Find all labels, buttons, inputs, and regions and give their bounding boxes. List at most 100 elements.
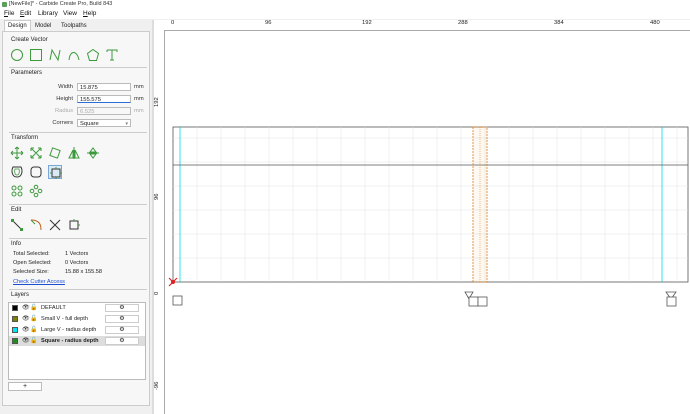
lock-icon[interactable]: 🔓: [30, 304, 37, 311]
layer-color-swatch[interactable]: [12, 338, 18, 344]
selected-size: Selected Size: 15.88 x 155.58: [13, 269, 102, 275]
trim-icon[interactable]: [48, 218, 62, 232]
ruler-tick-label: 0: [171, 20, 175, 26]
layer-settings-button[interactable]: ⚙: [105, 337, 139, 345]
check-cutter-access-link[interactable]: Check Cutter Access: [13, 279, 65, 285]
menu-edit[interactable]: Edit: [20, 9, 31, 19]
offset-icon[interactable]: [10, 165, 24, 179]
title-bar: [NewFile]* - Carbide Create Pro, Build 8…: [0, 0, 690, 9]
main-tabs: Design Model Toolpaths: [0, 20, 150, 31]
info-heading: Info: [11, 241, 22, 247]
square-tool-marker-icon: [477, 296, 488, 307]
square-tool-marker-icon: [468, 296, 479, 307]
tab-design[interactable]: Design: [4, 20, 31, 31]
ruler-tick-label: 96: [265, 20, 272, 26]
polygon-tool-icon[interactable]: [86, 48, 100, 62]
layer-name: Small V - full depth: [41, 316, 88, 322]
layers-heading: Layers: [11, 292, 30, 298]
radius-label: Radius: [54, 108, 73, 114]
curve-tool-icon[interactable]: [67, 48, 81, 62]
node-edit-icon[interactable]: [10, 218, 24, 232]
align-icon[interactable]: [48, 165, 62, 179]
divider: [9, 289, 147, 290]
height-unit: mm: [134, 96, 144, 102]
circle-tool-icon[interactable]: [10, 48, 24, 62]
join-icon[interactable]: [67, 218, 81, 232]
height-label: Height: [56, 96, 73, 102]
menu-bar: File Edit Library View Help: [0, 9, 690, 19]
radius-field[interactable]: 6.525: [77, 107, 131, 115]
menu-library[interactable]: Library: [38, 9, 58, 19]
app-icon: [2, 2, 7, 7]
design-canvas[interactable]: 0 96 192 288 384 480 192 96 0 -96: [154, 20, 690, 414]
eye-icon[interactable]: 👁: [22, 304, 30, 311]
tab-toolpaths[interactable]: Toolpaths: [58, 21, 90, 31]
gear-icon: ⚙: [119, 316, 125, 322]
ruler-tick-label: 192: [154, 97, 160, 107]
corners-value: Square: [80, 121, 99, 127]
lock-icon[interactable]: 🔓: [30, 337, 37, 344]
layers-list: 👁 🔓 DEFAULT ⚙ 👁 🔓 Small V - full depth ⚙…: [8, 302, 146, 380]
height-field[interactable]: 155.575: [77, 95, 131, 103]
layer-settings-button[interactable]: ⚙: [105, 315, 139, 323]
gear-icon: ⚙: [119, 305, 125, 311]
corners-select[interactable]: Square ▾: [77, 119, 131, 127]
menu-help[interactable]: Help: [83, 9, 96, 19]
array-grid-icon[interactable]: [10, 184, 24, 198]
selected-square-vector[interactable]: [472, 126, 488, 283]
layer-settings-button[interactable]: ⚙: [105, 304, 139, 312]
layer-row-selected[interactable]: 👁 🔓 Square - radius depth ⚙: [9, 336, 145, 346]
mirror-icon[interactable]: [67, 146, 81, 160]
menu-file[interactable]: File: [4, 9, 15, 19]
ruler-tick-label: 96: [154, 193, 160, 200]
tab-model[interactable]: Model: [32, 21, 54, 31]
layer-name: Square - radius depth: [41, 338, 99, 344]
origin-point: [171, 280, 175, 284]
flip-icon[interactable]: [86, 146, 100, 160]
total-selected-label: Total Selected:: [13, 251, 50, 257]
array-circular-icon[interactable]: [29, 184, 43, 198]
width-unit: mm: [134, 84, 144, 90]
lock-icon[interactable]: 🔓: [30, 326, 37, 333]
layer-color-swatch[interactable]: [12, 316, 18, 322]
stock-area: [172, 126, 689, 283]
transform-heading: Transform: [11, 135, 39, 141]
ruler-tick-label: 0: [154, 291, 160, 295]
selected-size-value: 15.88 x 155.58: [65, 269, 103, 275]
layer-row[interactable]: 👁 🔓 DEFAULT ⚙: [9, 303, 145, 313]
window-title: [NewFile]* - Carbide Create Pro, Build 8…: [9, 1, 113, 7]
square-tool-marker-icon: [172, 295, 183, 306]
layer-color-swatch[interactable]: [12, 327, 18, 333]
fillet-icon[interactable]: [29, 165, 43, 179]
open-selected-label: Open Selected:: [13, 260, 52, 266]
layer-row[interactable]: 👁 🔓 Small V - full depth ⚙: [9, 314, 145, 324]
layer-row[interactable]: 👁 🔓 Large V - radius depth ⚙: [9, 325, 145, 335]
text-tool-icon[interactable]: [105, 48, 119, 62]
lock-icon[interactable]: 🔓: [30, 315, 37, 322]
eye-icon[interactable]: 👁: [22, 326, 30, 333]
ruler-top: 0 96 192 288 384 480: [154, 20, 690, 31]
ruler-tick-label: 192: [362, 20, 372, 26]
menu-view[interactable]: View: [63, 9, 77, 19]
square-tool-marker-icon: [666, 296, 677, 307]
curve-edit-icon[interactable]: [29, 218, 43, 232]
layer-settings-button[interactable]: ⚙: [105, 326, 139, 334]
selected-size-label: Selected Size:: [13, 269, 49, 275]
eye-icon[interactable]: 👁: [22, 315, 30, 322]
canvas-drawing[interactable]: [165, 31, 690, 414]
eye-icon[interactable]: 👁: [22, 337, 30, 344]
parameters-heading: Parameters: [11, 70, 43, 76]
add-layer-button[interactable]: +: [8, 382, 42, 391]
create-vector-heading: Create Vector: [11, 37, 48, 43]
rectangle-tool-icon[interactable]: [29, 48, 43, 62]
ruler-tick-label: 384: [554, 20, 564, 26]
rotate-icon[interactable]: [48, 146, 62, 160]
layer-color-swatch[interactable]: [12, 305, 18, 311]
move-icon[interactable]: [10, 146, 24, 160]
layer-name: Large V - radius depth: [41, 327, 97, 333]
divider: [9, 238, 147, 239]
polyline-tool-icon[interactable]: [48, 48, 62, 62]
width-field[interactable]: 15.875: [77, 83, 131, 91]
scale-icon[interactable]: [29, 146, 43, 160]
open-selected-value: 0 Vectors: [65, 260, 89, 266]
